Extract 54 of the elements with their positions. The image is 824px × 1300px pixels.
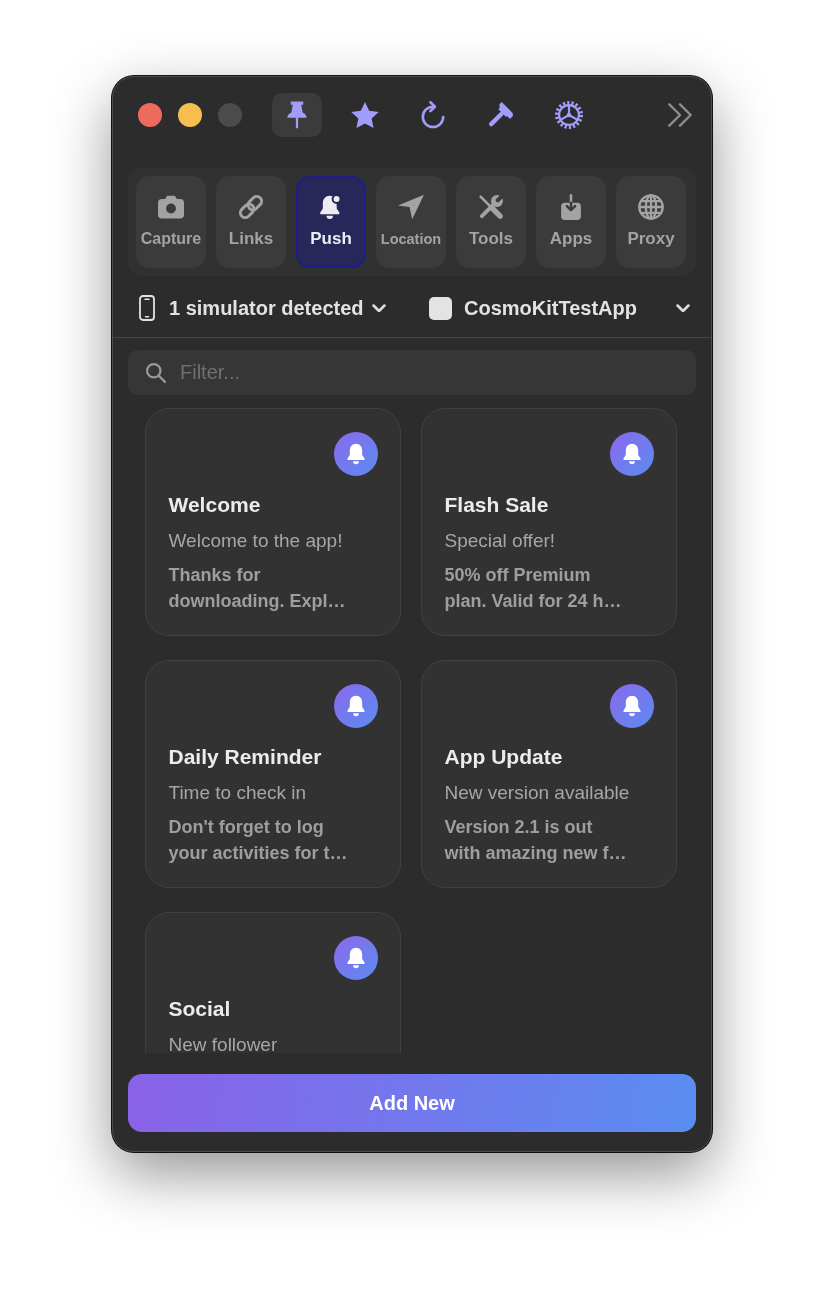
notification-title: Flash Sale [444, 491, 549, 518]
refresh-icon[interactable] [419, 100, 447, 129]
tab[interactable]: Capture [136, 176, 206, 268]
notification-card[interactable]: Daily Reminder Time to check in Don't forget to log your activities for t… [145, 660, 401, 888]
chevron-down-icon [676, 303, 690, 313]
notification-card[interactable]: Flash Sale Special offer! 50% off Premium plan. Valid for 24 h… [421, 408, 677, 636]
notification-subtitle: New follower [168, 1032, 278, 1053]
bell-badge-icon [333, 683, 378, 728]
filter-field[interactable]: Filter... [128, 350, 696, 395]
notification-body: Version 2.1 is out with amazing new f… [444, 815, 628, 865]
minimize-button[interactable] [178, 102, 202, 127]
app-icon [429, 296, 452, 320]
tab[interactable]: Tools [456, 176, 526, 268]
add-new-button[interactable]: Add New [128, 1074, 696, 1132]
notification-title: Social [168, 995, 231, 1022]
tab[interactable]: Push [296, 176, 366, 268]
toolbar-button[interactable] [272, 92, 322, 137]
close-button[interactable] [138, 102, 162, 127]
phone-icon [139, 295, 155, 321]
bell-badge-icon [333, 935, 378, 980]
notification-card[interactable]: Social New follower [145, 912, 401, 1053]
notification-body: Thanks for downloading. Expl… [168, 563, 347, 613]
link-icon [238, 194, 264, 220]
tab[interactable]: Proxy [616, 176, 686, 268]
hammer-icon[interactable] [487, 100, 515, 129]
chevron-down-icon [371, 303, 386, 313]
bell-badge-icon [609, 431, 654, 476]
notification-card[interactable]: App Update New version available Version 2.1 is out with amazing new f… [421, 660, 677, 888]
search-icon [146, 362, 166, 383]
globe-icon [638, 194, 664, 220]
gear-icon[interactable] [555, 100, 583, 129]
notification-subtitle: Time to check in [168, 780, 307, 805]
location-arrow-icon [398, 194, 424, 220]
bell-badge-icon [333, 431, 378, 476]
notification-subtitle: Welcome to the app! [168, 528, 343, 553]
device-selector[interactable]: 1 simulator detected [139, 295, 386, 321]
download-box-icon [558, 194, 584, 220]
notification-title: Daily Reminder [168, 743, 322, 770]
star-icon[interactable] [351, 100, 379, 129]
tab[interactable]: Links [216, 176, 286, 268]
app-selector[interactable]: CosmoKitTestApp [429, 296, 690, 320]
notification-body: 50% off Premium plan. Valid for 24 h… [444, 563, 623, 613]
bell-badge-icon [609, 683, 654, 728]
notification-card[interactable]: Welcome Welcome to the app! Thanks for downloading. Expl… [145, 408, 401, 636]
notification-subtitle: New version available [444, 780, 630, 805]
notification-title: App Update [444, 743, 563, 770]
camera-icon [158, 194, 184, 220]
double-chevron-icon[interactable] [668, 102, 692, 127]
notification-title: Welcome [168, 491, 261, 518]
tab[interactable]: Apps [536, 176, 606, 268]
tab[interactable]: Location [376, 176, 446, 268]
notification-subtitle: Special offer! [444, 528, 556, 553]
wrench-screwdriver-icon [478, 194, 504, 220]
notification-body: Don't forget to log your activities for t… [168, 815, 349, 865]
